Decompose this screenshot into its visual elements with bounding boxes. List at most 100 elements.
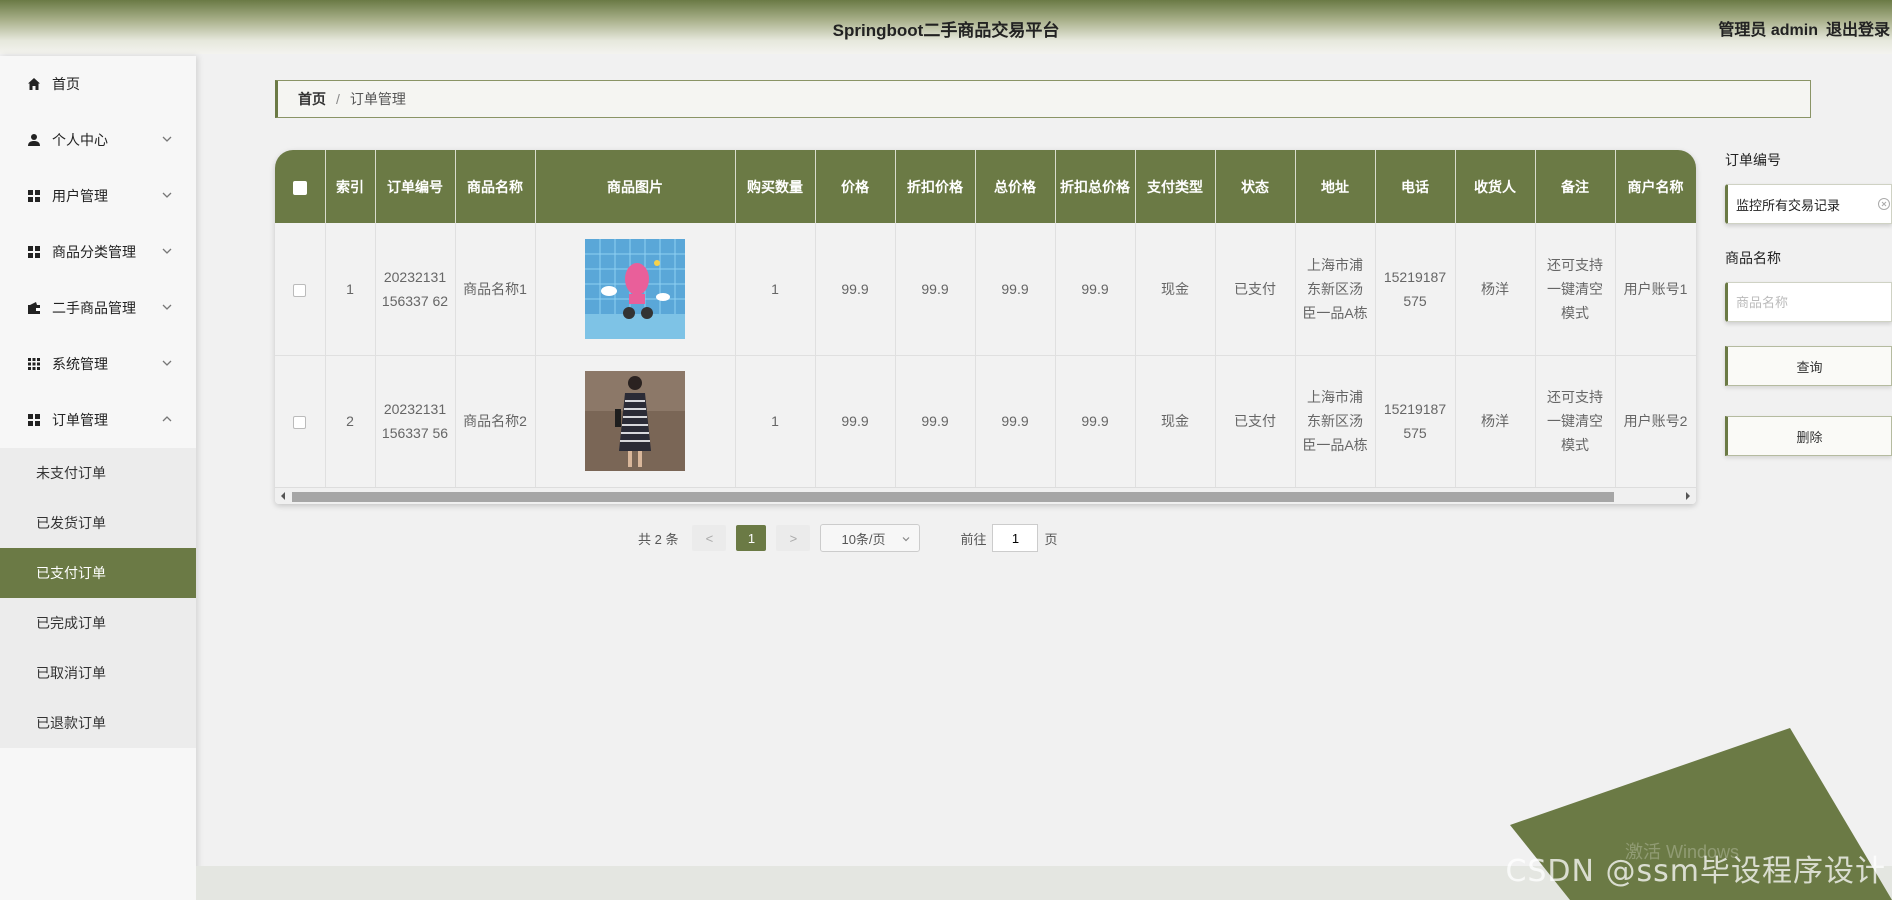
- row-checkbox[interactable]: [293, 283, 307, 297]
- orders-table: 索引 订单编号 商品名称 商品图片 购买数量 价格 折扣价格 总价格 折扣总价格…: [275, 150, 1696, 504]
- cell-merchant: 用户账号2: [1615, 355, 1696, 488]
- breadcrumb-current: 订单管理: [349, 91, 406, 107]
- col-header: 状态: [1215, 150, 1296, 223]
- query-button[interactable]: 查询: [1725, 346, 1892, 386]
- pagination: 共 2 条 < 1 > 10条/页 前往 页: [638, 524, 1058, 552]
- breadcrumb: 首页 / 订单管理: [275, 80, 1811, 118]
- col-header: 电话: [1375, 150, 1456, 223]
- cell-phone: 15219187575: [1375, 355, 1456, 488]
- select-all-checkbox[interactable]: [292, 180, 307, 195]
- submenu-paid-orders[interactable]: 已支付订单: [0, 548, 196, 598]
- cell-discount-price: 99.9: [895, 355, 976, 488]
- submenu-refunded-orders[interactable]: 已退款订单: [0, 698, 196, 748]
- sidebar-item-label: 首页: [52, 76, 80, 92]
- next-page-button[interactable]: >: [776, 525, 811, 551]
- cell-total: 99.9: [975, 355, 1056, 488]
- cell-merchant: 用户账号1: [1615, 223, 1696, 356]
- scroll-left-icon[interactable]: [278, 491, 288, 501]
- sidebar-item-users[interactable]: 用户管理: [0, 168, 196, 224]
- chevron-down-icon: [162, 360, 172, 366]
- logout-link[interactable]: 退出登录: [1826, 22, 1890, 39]
- cell-receiver: 杨洋: [1455, 223, 1536, 356]
- col-header: 支付类型: [1135, 150, 1216, 223]
- breadcrumb-separator: /: [336, 91, 340, 107]
- app-title: Springboot二手商品交易平台: [832, 21, 1060, 40]
- page-number-button[interactable]: 1: [736, 525, 767, 551]
- cell-discount-price: 99.9: [895, 223, 976, 356]
- cell-status: 已支付: [1215, 223, 1296, 356]
- sidebar-item-label: 二手商品管理: [52, 300, 136, 316]
- prev-page-button[interactable]: <: [692, 525, 727, 551]
- scroll-right-icon[interactable]: [1683, 491, 1693, 501]
- horizontal-scrollbar[interactable]: [275, 487, 1696, 504]
- row-checkbox[interactable]: [293, 415, 307, 429]
- cell-total: 99.9: [975, 223, 1056, 356]
- cell-price: 99.9: [815, 355, 896, 488]
- product-image-scooter: [585, 238, 685, 339]
- cell-address: 上海市浦东新区汤臣一品A栋: [1295, 223, 1376, 356]
- submenu-cancelled-orders[interactable]: 已取消订单: [0, 648, 196, 698]
- page-suffix: 页: [1044, 531, 1058, 547]
- pagination-total: 共 2 条: [638, 531, 679, 547]
- submenu-completed-orders[interactable]: 已完成订单: [0, 598, 196, 648]
- user-label: 管理员 admin: [1718, 22, 1818, 39]
- sidebar-item-profile[interactable]: 个人中心: [0, 112, 196, 168]
- col-header: 折扣总价格: [1055, 150, 1136, 223]
- sidebar-item-label: 商品分类管理: [52, 244, 136, 260]
- product-image-dress: [585, 371, 685, 471]
- product-name-field: [1725, 282, 1892, 322]
- page-size-value: 10条/页: [841, 531, 886, 547]
- submenu-unpaid-orders[interactable]: 未支付订单: [0, 448, 196, 498]
- col-header: 购买数量: [735, 150, 816, 223]
- user-icon: [26, 132, 42, 148]
- cell-discount-total: 99.9: [1055, 223, 1136, 356]
- table-row: 2 20232131156337 56 商品名称2 1 99.9 99.9 99…: [275, 355, 1696, 488]
- order-no-label: 订单编号: [1725, 152, 1781, 168]
- cell-qty: 1: [735, 355, 816, 488]
- page-size-select[interactable]: 10条/页: [820, 524, 921, 552]
- search-panel: 订单编号 商品名称 查询 删除: [1725, 150, 1892, 456]
- col-header: 价格: [815, 150, 896, 223]
- row-select-cell[interactable]: [275, 355, 326, 488]
- goto-page-input[interactable]: [992, 524, 1039, 552]
- table-header-row: 索引 订单编号 商品名称 商品图片 购买数量 价格 折扣价格 总价格 折扣总价格…: [275, 150, 1696, 223]
- sidebar-item-label: 订单管理: [52, 412, 108, 428]
- grid-icon: [26, 412, 42, 428]
- cell-note: 还可支持一键清空模式: [1535, 355, 1616, 488]
- col-header: 地址: [1295, 150, 1376, 223]
- sidebar-item-label: 用户管理: [52, 188, 108, 204]
- cell-order-no: 20232131156337 56: [375, 355, 456, 488]
- sidebar-item-orders[interactable]: 订单管理: [0, 392, 196, 448]
- col-header: 折扣价格: [895, 150, 976, 223]
- cell-pay-type: 现金: [1135, 355, 1216, 488]
- sidebar-item-goods[interactable]: 二手商品管理: [0, 280, 196, 336]
- cell-price: 99.9: [815, 223, 896, 356]
- clear-icon[interactable]: [1877, 197, 1891, 211]
- sidebar-item-label: 系统管理: [52, 356, 108, 372]
- sidebar-item-category[interactable]: 商品分类管理: [0, 224, 196, 280]
- col-header: 商品图片: [535, 150, 736, 223]
- sidebar: 首页 个人中心 用户管理 商品分类管理 二手商品管理 系统管理 订单管理 未支付…: [0, 56, 196, 900]
- col-header: 备注: [1535, 150, 1616, 223]
- wallet-icon: [26, 300, 42, 316]
- order-no-input[interactable]: [1728, 185, 1878, 223]
- cell-status: 已支付: [1215, 355, 1296, 488]
- row-select-cell[interactable]: [275, 223, 326, 356]
- delete-button[interactable]: 删除: [1725, 416, 1892, 456]
- submenu-shipped-orders[interactable]: 已发货订单: [0, 498, 196, 548]
- breadcrumb-home[interactable]: 首页: [298, 89, 326, 109]
- cell-name: 商品名称2: [455, 355, 536, 488]
- cell-image: [535, 223, 736, 356]
- orders-submenu: 未支付订单 已发货订单 已支付订单 已完成订单 已取消订单 已退款订单: [0, 448, 196, 748]
- sidebar-item-system[interactable]: 系统管理: [0, 336, 196, 392]
- scrollbar-thumb[interactable]: [292, 492, 1614, 502]
- sidebar-item-home[interactable]: 首页: [0, 56, 196, 112]
- cell-index: 2: [325, 355, 376, 488]
- chevron-down-icon: [903, 537, 910, 542]
- grid9-icon: [26, 356, 42, 372]
- product-name-input[interactable]: [1728, 283, 1878, 321]
- chevron-down-icon: [162, 136, 172, 142]
- watermark: CSDN @ssm毕设程序设计: [1505, 854, 1886, 889]
- grid-icon: [26, 244, 42, 260]
- select-all-header[interactable]: [275, 150, 326, 223]
